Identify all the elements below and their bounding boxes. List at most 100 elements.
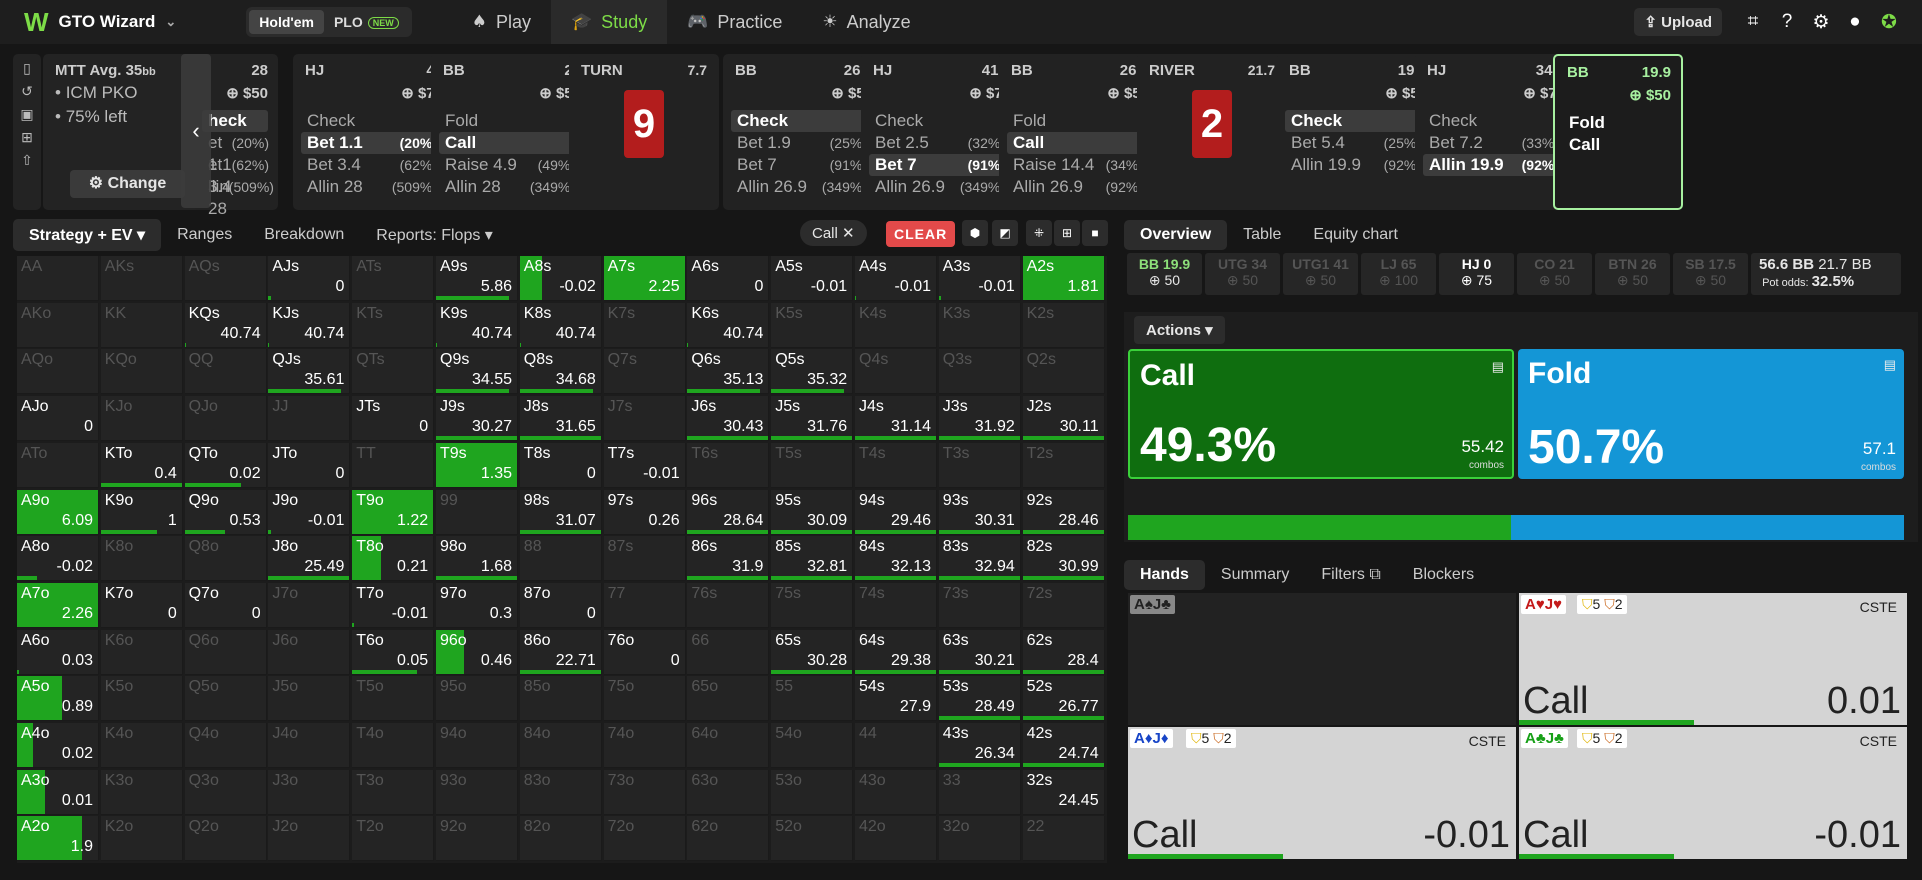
hand-card[interactable]: A♥J♥ ⛉5 ⛉2 CSTE Call 0.01 <box>1519 593 1907 725</box>
matrix-cell[interactable]: T3s <box>938 442 1021 488</box>
node-action[interactable]: Allin 28 (509%) <box>301 176 443 198</box>
seat[interactable]: LJ 65 ⊕ 100 <box>1361 253 1436 295</box>
matrix-cell[interactable]: T2o <box>352 816 435 862</box>
matrix-cell[interactable]: J9o -0.01 <box>268 489 351 535</box>
matrix-cell[interactable]: K7s <box>603 302 686 348</box>
matrix-cell[interactable]: 76s <box>687 582 770 628</box>
plo-toggle[interactable]: PLO NEW <box>324 10 409 34</box>
matrix-cell[interactable]: JTo 0 <box>268 442 351 488</box>
matrix-cell[interactable]: A6o 0.03 <box>17 629 99 675</box>
actions-dropdown[interactable]: Actions ▾ <box>1134 316 1225 344</box>
matrix-cell[interactable]: J7s <box>603 396 686 442</box>
close-icon[interactable]: ✕ <box>842 225 855 242</box>
tab-filters[interactable]: Filters ⧉ <box>1305 560 1396 590</box>
matrix-cell[interactable]: T9o 1.22 <box>352 489 435 535</box>
matrix-cell[interactable]: A4s -0.01 <box>855 256 937 301</box>
matrix-cell[interactable]: Q8s 34.68 <box>519 349 602 395</box>
node-action[interactable]: et 1.1 (20%) <box>202 132 269 174</box>
matrix-cell[interactable]: A7s 2.25 <box>603 256 686 301</box>
matrix-cell[interactable]: Q9o 0.53 <box>184 489 267 535</box>
matrix-cell[interactable]: 53o <box>771 769 854 815</box>
matrix-cell[interactable]: KQo <box>100 349 183 395</box>
tab-strategy-ev[interactable]: Strategy + EV ▾ <box>13 219 162 251</box>
matrix-cell[interactable]: Q2o <box>184 816 267 862</box>
matrix-cell[interactable]: 72o <box>603 816 686 862</box>
matrix-cell[interactable]: 87s <box>603 536 686 582</box>
matrix-cell[interactable]: 83s 32.94 <box>938 536 1021 582</box>
matrix-cell[interactable]: AQs <box>184 256 267 301</box>
matrix-cell[interactable]: Q4s <box>855 349 937 395</box>
matrix-cell[interactable]: 73s <box>938 582 1021 628</box>
tab-equity-chart[interactable]: Equity chart <box>1297 220 1413 250</box>
seat[interactable]: UTG1 41 ⊕ 50 <box>1283 253 1358 295</box>
tab-ranges[interactable]: Ranges <box>161 220 248 250</box>
matrix-cell[interactable]: 97o 0.3 <box>436 582 518 628</box>
node-action[interactable]: Check <box>869 110 1011 132</box>
matrix-cell[interactable]: JJ <box>268 396 351 442</box>
matrix-cell[interactable]: QJs 35.61 <box>268 349 351 395</box>
matrix-cell[interactable]: KQs 40.74 <box>184 302 267 348</box>
matrix-cell[interactable]: 93s 30.31 <box>938 489 1021 535</box>
matrix-cell[interactable]: J8s 31.65 <box>519 396 602 442</box>
node-action[interactable]: Allin 19.9 (92%) <box>1423 154 1565 176</box>
matrix-cell[interactable]: K5s <box>771 302 854 348</box>
matrix-cell[interactable]: 32s 24.45 <box>1022 769 1105 815</box>
matrix-cell[interactable]: Q7o 0 <box>184 582 267 628</box>
matrix-cell[interactable]: 62o <box>687 816 770 862</box>
matrix-cell[interactable]: 73o <box>603 769 686 815</box>
node-action[interactable]: Call <box>439 132 581 154</box>
matrix-cell[interactable]: 84s 32.13 <box>855 536 937 582</box>
node-action[interactable]: Bet 1.1 (20%) <box>301 132 443 154</box>
cube-view-icon[interactable]: ⬢ <box>962 220 988 246</box>
matrix-cell[interactable]: A7o 2.26 <box>17 582 99 628</box>
node-action[interactable]: Call <box>1007 132 1149 154</box>
matrix-cell[interactable]: 82o <box>519 816 602 862</box>
matrix-cell[interactable]: A9o 6.09 <box>17 489 99 535</box>
node-action[interactable]: Bet 3.4 (62%) <box>301 154 443 176</box>
node-action[interactable]: Fold <box>1007 110 1149 132</box>
matrix-cell[interactable]: 93o <box>436 769 518 815</box>
matrix-cell[interactable]: 74o <box>603 723 686 768</box>
matrix-cell[interactable]: J2o <box>268 816 351 862</box>
matrix-cell[interactable]: 87o 0 <box>519 582 602 628</box>
matrix-cell[interactable]: A6s 0 <box>687 256 770 301</box>
matrix-cell[interactable]: A8s -0.02 <box>519 256 602 301</box>
matrix-cell[interactable]: K6s 40.74 <box>687 302 770 348</box>
matrix-cell[interactable]: 63o <box>687 769 770 815</box>
chevron-down-icon[interactable]: ⌄ <box>165 14 176 30</box>
matrix-cell[interactable]: 77 <box>603 582 686 628</box>
matrix-cell[interactable]: 85s 32.81 <box>771 536 854 582</box>
matrix-cell[interactable]: 44 <box>855 723 937 768</box>
matrix-cell[interactable]: 32o <box>938 816 1021 862</box>
node-action[interactable]: llin 28 (509%) <box>202 176 274 218</box>
action-card-call[interactable]: Call 49.3% 55.42 combos ▤ <box>1128 349 1514 479</box>
profile-avatar-icon[interactable]: ✪ <box>1872 11 1906 34</box>
matrix-cell[interactable]: 94s 29.46 <box>855 489 937 535</box>
matrix-cell[interactable]: 84o <box>519 723 602 768</box>
help-icon[interactable]: ? <box>1770 11 1804 33</box>
seat[interactable]: BB 19.9 ⊕ 50 <box>1127 253 1202 295</box>
action-node[interactable]: BB26.9⊕ $50FoldCallRaise 14.4(34%)Allin … <box>999 54 1159 210</box>
matrix-cell[interactable]: K5o <box>100 676 183 722</box>
matrix-cell[interactable]: T6s <box>687 442 770 488</box>
matrix-cell[interactable]: T2s <box>1022 442 1105 488</box>
scan-icon[interactable]: ⌗ <box>1736 11 1770 33</box>
tab-summary[interactable]: Summary <box>1205 560 1305 590</box>
matrix-cell[interactable]: AA <box>17 256 99 301</box>
matrix-cell[interactable]: A5s -0.01 <box>771 256 854 301</box>
seat[interactable]: HJ 0 ⊕ 75 <box>1439 253 1514 295</box>
matrix-cell[interactable]: 82s 30.99 <box>1022 536 1105 582</box>
matrix-cell[interactable]: K7o 0 <box>100 582 183 628</box>
matrix-cell[interactable]: 66 <box>687 629 770 675</box>
tab-breakdown[interactable]: Breakdown <box>248 220 360 250</box>
matrix-cell[interactable]: 55 <box>771 676 854 722</box>
matrix-cell[interactable]: AQo <box>17 349 99 395</box>
matrix-cell[interactable]: 52o <box>771 816 854 862</box>
details-icon[interactable]: ▤ <box>1884 357 1896 373</box>
node-action[interactable]: Check <box>301 110 443 132</box>
history-icon[interactable]: ↺ <box>21 83 33 100</box>
matrix-cell[interactable]: KTo 0.4 <box>100 442 183 488</box>
node-action[interactable]: Bet 5.4 (25%) <box>1285 132 1427 154</box>
matrix-cell[interactable]: QJo <box>184 396 267 442</box>
action-node[interactable]: BB26.9⊕ $50CheckBet 1.9(25%)Bet 7(91%)Al… <box>723 54 883 210</box>
